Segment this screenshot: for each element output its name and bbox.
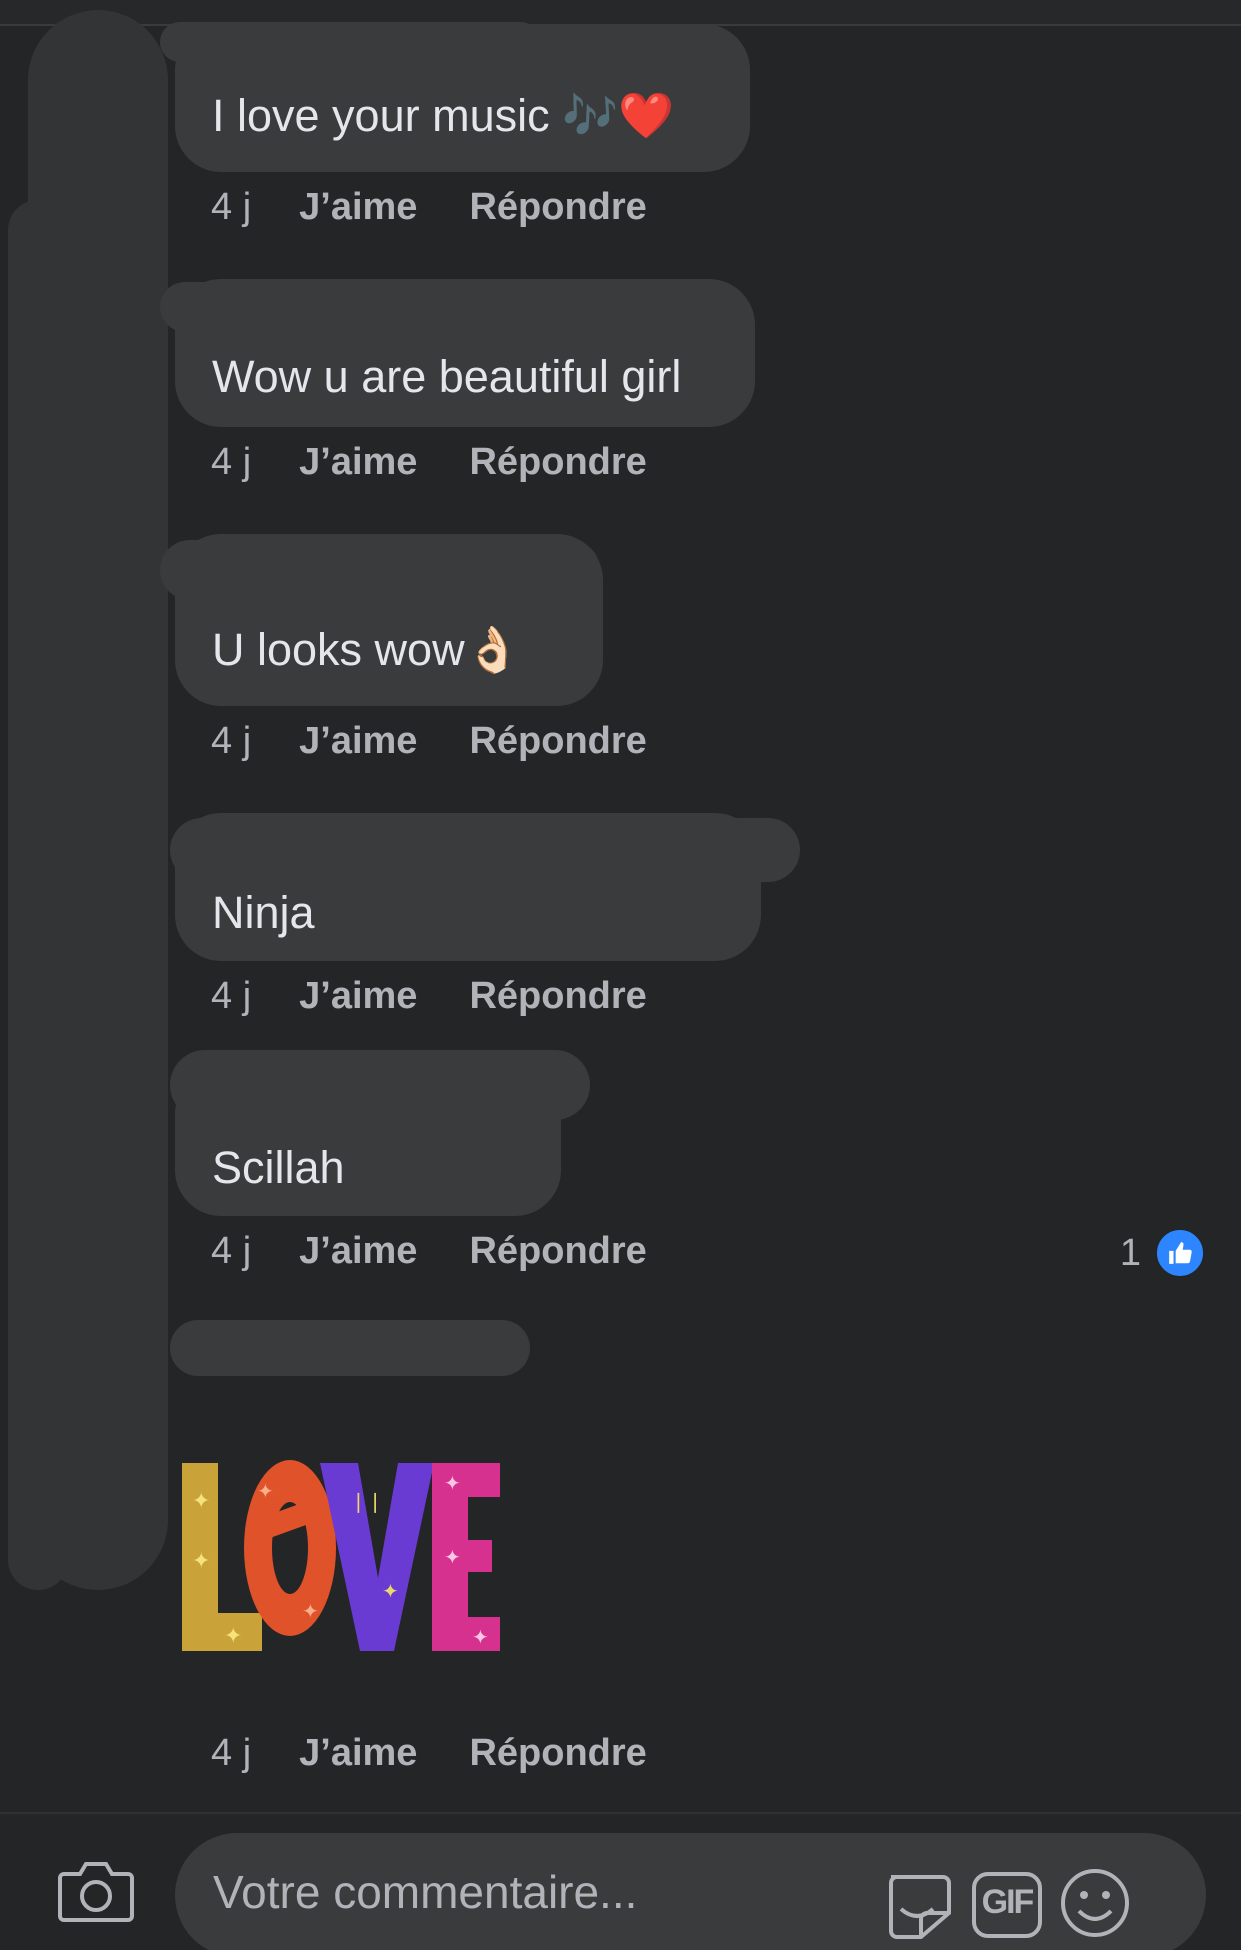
comment-time: 4 j <box>211 1230 252 1272</box>
gif-label: GIF <box>981 1883 1035 1921</box>
comment-text: Wow u are beautiful girl <box>212 351 682 402</box>
comment-time: 4 j <box>211 441 252 483</box>
comment-input[interactable] <box>211 1859 865 1925</box>
svg-text:✦: ✦ <box>444 1547 461 1569</box>
love-sticker[interactable]: ✦ ✦ ✦ ✦ ✦ ❘❘ ✦ ✦ ✦ ✦ <box>182 1448 500 1653</box>
reply-link[interactable]: Répondre <box>469 720 646 763</box>
redaction-mark <box>8 200 68 1590</box>
comment-text: U looks wow👌🏻 <box>212 624 521 675</box>
like-link[interactable]: J’aime <box>299 441 417 484</box>
svg-text:✦: ✦ <box>472 1627 489 1649</box>
svg-text:✦: ✦ <box>192 1488 210 1513</box>
reply-link[interactable]: Répondre <box>469 441 646 484</box>
comment-composer: GIF <box>0 1812 1241 1950</box>
svg-text:✦: ✦ <box>444 1473 461 1495</box>
comment-time: 4 j <box>211 720 252 762</box>
comment-time: 4 j <box>211 186 252 228</box>
comment-text: I love your music 🎶❤️ <box>212 90 675 141</box>
reaction-count: 1 <box>1119 1231 1141 1274</box>
like-link[interactable]: J’aime <box>299 186 417 229</box>
reaction-summary[interactable]: 1 <box>1120 1228 1205 1278</box>
comment-text: Ninja <box>212 887 315 938</box>
svg-text:✦: ✦ <box>257 1481 274 1503</box>
svg-text:✦: ✦ <box>302 1601 319 1623</box>
comment-actions: 4 j J’aime Répondre <box>211 441 647 484</box>
comment-actions: 4 j J’aime Répondre <box>211 720 647 763</box>
svg-text:✦: ✦ <box>224 1623 242 1648</box>
svg-text:✦: ✦ <box>382 1581 399 1603</box>
gif-icon[interactable]: GIF <box>971 1871 1043 1944</box>
svg-text:❘❘: ❘❘ <box>350 1491 384 1513</box>
reply-link[interactable]: Répondre <box>469 1732 646 1775</box>
reply-link[interactable]: Répondre <box>469 1230 646 1273</box>
sticker-icon[interactable] <box>881 1869 953 1946</box>
comment-bubble: I love your music 🎶❤️ <box>175 24 750 172</box>
svg-text:✦: ✦ <box>192 1548 210 1573</box>
comment-bubble: Ninja <box>175 813 761 961</box>
comment-bubble: U looks wow👌🏻 <box>175 534 603 706</box>
comment-actions: 4 j J’aime Répondre <box>211 186 647 229</box>
camera-icon[interactable] <box>58 1858 134 1924</box>
reply-link[interactable]: Répondre <box>469 186 646 229</box>
comment-bubble: Wow u are beautiful girl <box>175 279 755 427</box>
redaction-mark <box>170 1320 530 1376</box>
emoji-icon[interactable] <box>1059 1867 1131 1944</box>
like-link[interactable]: J’aime <box>299 1732 417 1775</box>
comment-actions: 4 j J’aime Répondre <box>211 1230 647 1273</box>
comment-text: Scillah <box>212 1142 345 1193</box>
comment-field[interactable]: GIF <box>175 1833 1206 1950</box>
reply-link[interactable]: Répondre <box>469 975 646 1018</box>
thumbs-up-icon <box>1155 1228 1205 1278</box>
comment-actions: 4 j J’aime Répondre <box>211 1732 647 1775</box>
like-link[interactable]: J’aime <box>299 1230 417 1273</box>
like-link[interactable]: J’aime <box>299 720 417 763</box>
comment-time: 4 j <box>211 975 252 1017</box>
comment-actions: 4 j J’aime Répondre <box>211 975 647 1018</box>
like-link[interactable]: J’aime <box>299 975 417 1018</box>
comment-bubble: Scillah <box>175 1068 561 1216</box>
comment-time: 4 j <box>211 1732 252 1774</box>
